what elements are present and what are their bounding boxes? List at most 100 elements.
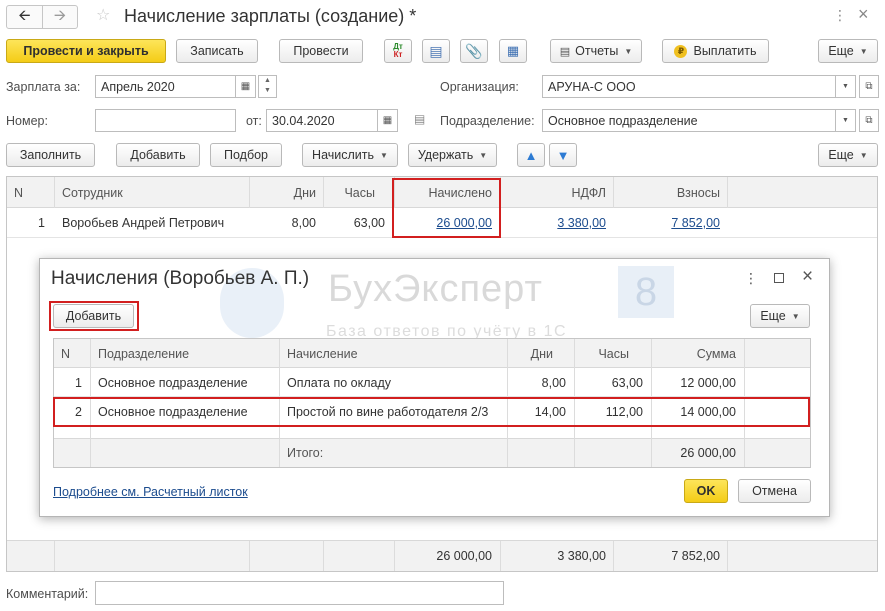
- dlg-col-accrual[interactable]: Начисление: [287, 339, 358, 368]
- dlg-row-accrual: Оплата по окладу: [287, 375, 392, 390]
- cancel-button[interactable]: Отмена: [738, 479, 811, 503]
- watermark-digit: 8: [618, 266, 674, 318]
- row-days: 8,00: [291, 216, 316, 230]
- col-days[interactable]: Дни: [250, 177, 316, 208]
- col-contrib[interactable]: Взносы: [614, 177, 720, 208]
- highlight-downtime-row: [53, 397, 810, 427]
- organization-field[interactable]: АРУНА-С ООО: [542, 75, 836, 98]
- chevron-down-icon: ▼: [842, 117, 849, 124]
- table-more-button[interactable]: Еще ▼: [818, 143, 878, 167]
- chevron-down-icon: ▼: [859, 46, 868, 56]
- row-ndfl-link[interactable]: 3 380,00: [501, 208, 606, 238]
- dlg-row-sum: 12 000,00: [680, 375, 736, 390]
- ok-button[interactable]: OK: [684, 479, 728, 503]
- date-from-label: от:: [246, 114, 262, 128]
- spin-up-icon[interactable]: ▲: [259, 76, 276, 86]
- window-menu-icon[interactable]: ⋮: [833, 7, 847, 24]
- date-calendar-button[interactable]: ▦: [378, 109, 398, 132]
- dialog-title: Начисления (Воробьев А. П.): [51, 268, 310, 289]
- move-down-button[interactable]: ▼: [549, 143, 577, 167]
- structure-button[interactable]: ▦: [499, 39, 527, 63]
- add-button[interactable]: Добавить: [116, 143, 200, 167]
- window-close-icon[interactable]: ×: [858, 4, 869, 25]
- date-field[interactable]: 30.04.2020: [266, 109, 378, 132]
- month-spinner[interactable]: ▲ ▼: [258, 75, 277, 98]
- forward-button[interactable]: 🡪: [43, 6, 77, 28]
- chevron-down-icon: ▼: [859, 150, 868, 160]
- organization-label: Организация:: [440, 80, 519, 94]
- dlg-col-dept[interactable]: Подразделение: [98, 339, 189, 368]
- post-and-close-button[interactable]: Провести и закрыть: [6, 39, 166, 63]
- report-icon: ▤: [559, 45, 571, 58]
- attach-button[interactable]: 📎: [460, 39, 488, 63]
- accrue-button[interactable]: Начислить ▼: [302, 143, 398, 167]
- dlg-row-days: 8,00: [541, 375, 566, 390]
- department-dropdown[interactable]: ▼: [836, 109, 856, 132]
- star-icon[interactable]: ☆: [96, 5, 110, 25]
- chevron-down-icon: ▼: [791, 311, 800, 321]
- window-title: Начисление зарплаты (создание) *: [124, 6, 417, 26]
- back-button[interactable]: 🡨: [7, 6, 43, 28]
- pick-button[interactable]: Подбор: [210, 143, 282, 167]
- dlg-row-n: 1: [75, 375, 82, 390]
- total-ndfl: 3 380,00: [557, 548, 606, 563]
- dlg-total-label: Итого:: [287, 445, 324, 460]
- list-icon: ▤: [429, 42, 443, 59]
- dtkt-icon: Дт Кт: [393, 42, 403, 59]
- dialog-close-icon[interactable]: ×: [802, 266, 813, 288]
- arrow-left-icon: 🡨: [18, 6, 31, 24]
- dialog-maximize-icon[interactable]: [774, 273, 784, 283]
- fill-button[interactable]: Заполнить: [6, 143, 95, 167]
- salary-for-label: Зарплата за:: [6, 80, 81, 94]
- comment-label: Комментарий:: [6, 587, 89, 601]
- col-employee[interactable]: Сотрудник: [62, 177, 123, 208]
- col-ndfl[interactable]: НДФЛ: [501, 177, 606, 208]
- department-label: Подразделение:: [440, 114, 535, 128]
- col-hours[interactable]: Часы: [324, 177, 375, 208]
- salary-month-field[interactable]: Апрель 2020: [95, 75, 236, 98]
- document-list-button[interactable]: ▤: [422, 39, 450, 63]
- arrow-down-icon: ▼: [556, 147, 570, 163]
- total-accrued: 26 000,00: [436, 548, 492, 563]
- dialog-more-button[interactable]: Еще ▼: [750, 304, 810, 328]
- arrow-right-icon: 🡪: [53, 6, 67, 24]
- dlg-row-hours: 63,00: [611, 375, 643, 390]
- calendar-icon: ▦: [240, 81, 251, 92]
- number-field[interactable]: [95, 109, 236, 132]
- nav-back-forward: 🡨 🡪: [6, 5, 78, 29]
- dlg-row-dept: Основное подразделение: [98, 375, 248, 390]
- open-icon: ⧉: [865, 115, 873, 126]
- row-n: 1: [38, 216, 45, 230]
- calendar-button[interactable]: ▦: [236, 75, 256, 98]
- dlg-col-sum[interactable]: Сумма: [652, 339, 736, 368]
- dlg-col-n[interactable]: N: [61, 339, 70, 368]
- chevron-down-icon: ▼: [380, 150, 388, 160]
- chevron-down-icon: ▼: [479, 150, 488, 160]
- payslip-link[interactable]: Подробнее см. Расчетный листок: [53, 485, 248, 499]
- pay-button[interactable]: ₽ Выплатить: [662, 39, 769, 63]
- paperclip-icon: 📎: [465, 42, 483, 59]
- comment-field[interactable]: [95, 581, 504, 605]
- dlg-col-hours[interactable]: Часы: [575, 339, 629, 368]
- save-button[interactable]: Записать: [176, 39, 258, 63]
- col-n[interactable]: N: [14, 177, 23, 208]
- more-button[interactable]: Еще ▼: [818, 39, 878, 63]
- move-up-button[interactable]: ▲: [517, 143, 545, 167]
- row-contrib-link[interactable]: 7 852,00: [614, 208, 720, 238]
- row-employee: Воробьев Андрей Петрович: [62, 216, 225, 230]
- department-field[interactable]: Основное подразделение: [542, 109, 836, 132]
- spin-down-icon[interactable]: ▼: [259, 86, 276, 96]
- department-open-button[interactable]: ⧉: [859, 109, 879, 132]
- organization-open-button[interactable]: ⧉: [859, 75, 879, 98]
- dtkt-button[interactable]: Дт Кт: [384, 39, 412, 63]
- post-button[interactable]: Провести: [279, 39, 363, 63]
- dialog-menu-icon[interactable]: ⋮: [744, 270, 758, 287]
- reports-button[interactable]: ▤ Отчеты ▼: [550, 39, 642, 63]
- withhold-button[interactable]: Удержать ▼: [408, 143, 497, 167]
- chevron-down-icon: ▼: [842, 83, 849, 90]
- dlg-col-days[interactable]: Дни: [508, 339, 553, 368]
- arrow-up-icon: ▲: [524, 147, 538, 163]
- calendar-icon: ▦: [382, 115, 393, 126]
- organization-dropdown[interactable]: ▼: [836, 75, 856, 98]
- open-icon: ⧉: [865, 81, 873, 92]
